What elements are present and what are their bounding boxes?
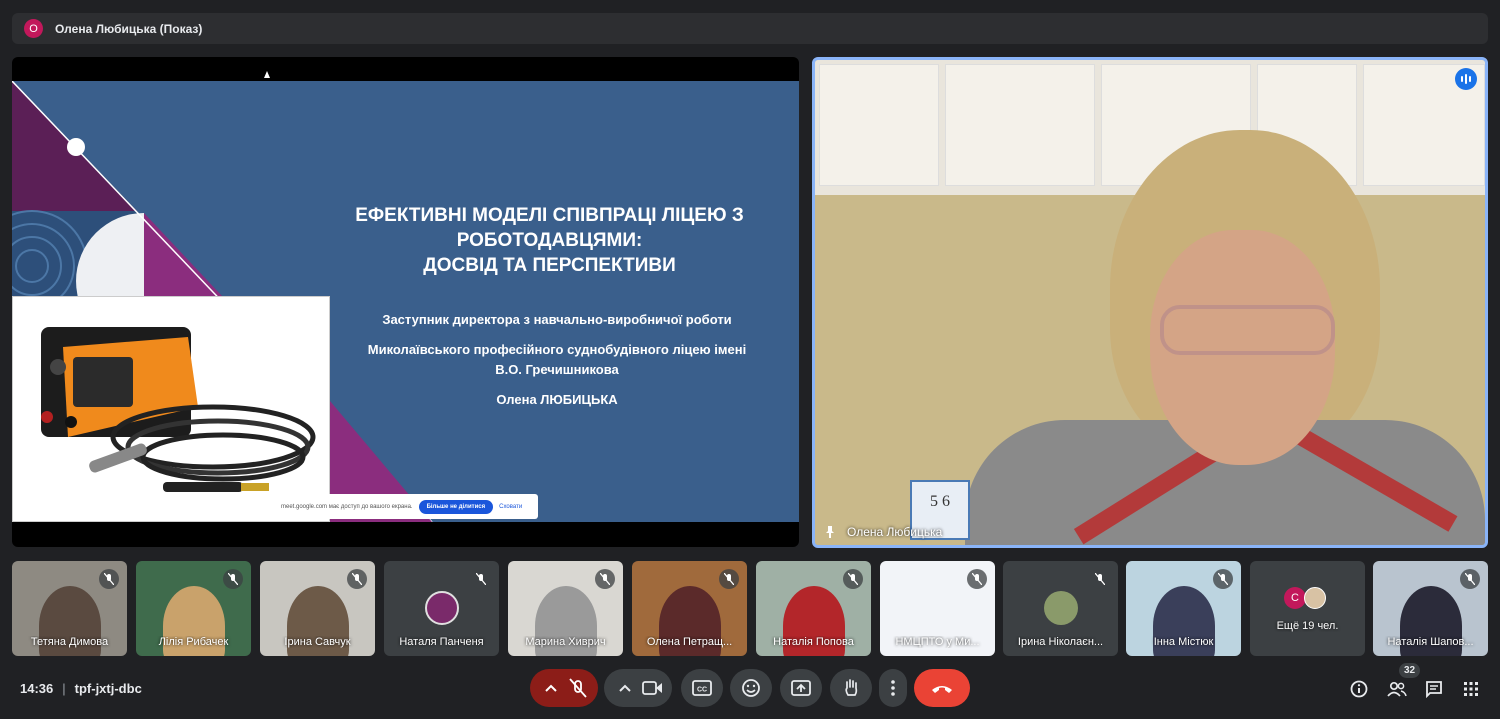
microphone-control[interactable] — [530, 669, 598, 707]
speaker-name-label: Олена Любицька — [823, 525, 942, 539]
participant-avatar — [424, 591, 459, 625]
camera-icon — [642, 681, 657, 695]
participant-tile[interactable]: Наталія Попова — [756, 561, 871, 656]
more-participants-label: Ещё 19 чел. — [1276, 620, 1339, 632]
speaker-video-tile[interactable]: 5 6 Олена Любицька — [812, 57, 1488, 548]
meeting-info: 14:36 | tpf-jxtj-dbc — [20, 681, 142, 696]
presenter-avatar: О — [24, 19, 43, 38]
welding-machine-image — [12, 296, 330, 522]
participant-tile[interactable]: Олена Петращ... — [632, 561, 747, 656]
glasses — [1160, 305, 1335, 355]
emoji-icon — [742, 679, 760, 697]
mic-off-icon — [471, 569, 491, 589]
chevron-up-icon — [545, 684, 557, 692]
participant-tile[interactable]: Марина Хиврич — [508, 561, 623, 656]
screen-share-banner: meet.google.com має доступ до вашого екр… — [275, 494, 538, 519]
mic-off-icon — [719, 569, 739, 589]
slide-title-line: РОБОТОДАВЦЯМИ: — [456, 230, 643, 251]
hand-icon — [845, 679, 858, 696]
reactions-button[interactable] — [730, 669, 772, 707]
participant-name: НМЦПТО у Ми... — [895, 636, 980, 648]
presenter-title: Олена Любицька (Показ) — [55, 21, 203, 36]
participant-avatar — [1304, 587, 1326, 609]
mic-off-icon — [347, 569, 367, 589]
more-vert-icon — [891, 680, 895, 696]
chat-icon — [1426, 681, 1442, 698]
participant-avatar — [1043, 591, 1078, 625]
end-call-icon — [932, 686, 952, 693]
participant-tile[interactable]: Ірина Савчук — [260, 561, 375, 656]
chat-button[interactable] — [1421, 676, 1447, 702]
people-button[interactable] — [1384, 676, 1410, 702]
meeting-code: tpf-jxtj-dbc — [74, 681, 142, 696]
raise-hand-button[interactable] — [830, 669, 872, 707]
mic-off-icon — [223, 569, 243, 589]
participant-tile[interactable]: Інна Містюк — [1126, 561, 1241, 656]
shared-screen[interactable]: ЕФЕКТИВНІ МОДЕЛІ СПІВПРАЦІ ЛІЦЕЮ З РОБОТ… — [12, 57, 799, 547]
svg-text:CC: CC — [697, 687, 707, 694]
clock: 14:36 — [20, 681, 54, 696]
meeting-details-button[interactable] — [1346, 676, 1372, 702]
captions-icon: CC — [692, 680, 712, 696]
leave-call-button[interactable] — [914, 669, 970, 707]
people-icon — [1387, 681, 1407, 697]
participant-tile[interactable]: Наталя Панченя — [384, 561, 499, 656]
participant-tile[interactable]: Лілія Рибачек — [136, 561, 251, 656]
participant-name: Наталя Панченя — [399, 636, 484, 648]
mic-off-icon — [1090, 569, 1110, 589]
mic-off-icon — [99, 569, 119, 589]
participant-name: Марина Хиврич — [525, 636, 606, 648]
slide-title-line: ДОСВІД ТА ПЕРСПЕКТИВИ — [423, 255, 676, 276]
activities-button[interactable] — [1458, 676, 1484, 702]
info-icon — [1350, 680, 1368, 698]
participant-tile[interactable]: Наталія Шапов... — [1373, 561, 1488, 656]
present-screen-button[interactable] — [780, 669, 822, 707]
slide-title-line: ЕФЕКТИВНІ МОДЕЛІ СПІВПРАЦІ ЛІЦЕЮ З — [355, 205, 744, 226]
share-banner-text: meet.google.com має доступ до вашого екр… — [281, 503, 413, 510]
pin-icon[interactable] — [823, 525, 837, 539]
mouse-cursor-icon — [264, 71, 270, 78]
present-screen-icon — [791, 680, 811, 696]
captions-button[interactable]: CC — [681, 669, 723, 707]
presentation-slide: ЕФЕКТИВНІ МОДЕЛІ СПІВПРАЦІ ЛІЦЕЮ З РОБОТ… — [12, 81, 799, 522]
mic-off-icon — [1213, 569, 1233, 589]
mic-off-icon — [843, 569, 863, 589]
participant-tile[interactable]: Тетяна Димова — [12, 561, 127, 656]
participant-name: Наталія Попова — [773, 636, 854, 648]
hide-banner-link[interactable]: Сховати — [499, 504, 522, 510]
participant-name: Ірина Ніколаєн... — [1017, 636, 1104, 648]
participant-tile[interactable]: Ірина Ніколаєн... — [1003, 561, 1118, 656]
participant-name: Тетяна Димова — [30, 636, 109, 648]
stop-sharing-button[interactable]: Більше не ділитися — [418, 499, 494, 514]
camera-control[interactable] — [604, 669, 672, 707]
participant-name: Лілія Рибачек — [158, 636, 229, 648]
slide-subtitle-institution: Миколаївського професійного суднобудівно… — [367, 342, 747, 357]
participant-tile[interactable]: НМЦПТО у Ми... — [880, 561, 995, 656]
participant-name: Наталія Шапов... — [1387, 636, 1474, 648]
speaker-name: Олена Любицька — [847, 525, 943, 539]
slide-title: ЕФЕКТИВНІ МОДЕЛІ СПІВПРАЦІ ЛІЦЕЮ З РОБОТ… — [312, 203, 787, 278]
more-options-button[interactable] — [879, 669, 907, 707]
slide-author: Олена ЛЮБИЦЬКА — [496, 392, 618, 407]
participant-avatar: С — [1284, 587, 1306, 609]
more-participants-tile[interactable]: С Ещё 19 чел. — [1250, 561, 1365, 656]
participant-name: Олена Петращ... — [646, 636, 733, 648]
slide-subtitle-position: Заступник директора з навчально-виробнич… — [382, 312, 732, 327]
presenter-bar: О Олена Любицька (Показ) — [12, 13, 1488, 44]
speaking-indicator-icon — [1455, 68, 1477, 90]
mic-off-icon — [967, 569, 987, 589]
apps-grid-icon — [1464, 682, 1478, 696]
mic-off-icon — [595, 569, 615, 589]
participant-name: Інна Містюк — [1153, 636, 1214, 648]
mic-off-icon — [1460, 569, 1480, 589]
slide-subtitle-institution-name: В.О. Гречишникова — [495, 362, 619, 377]
bottom-toolbar: 14:36 | tpf-jxtj-dbc CC 32 — [0, 663, 1500, 719]
chevron-up-icon — [619, 684, 631, 692]
participant-name: Ірина Савчук — [284, 636, 351, 648]
